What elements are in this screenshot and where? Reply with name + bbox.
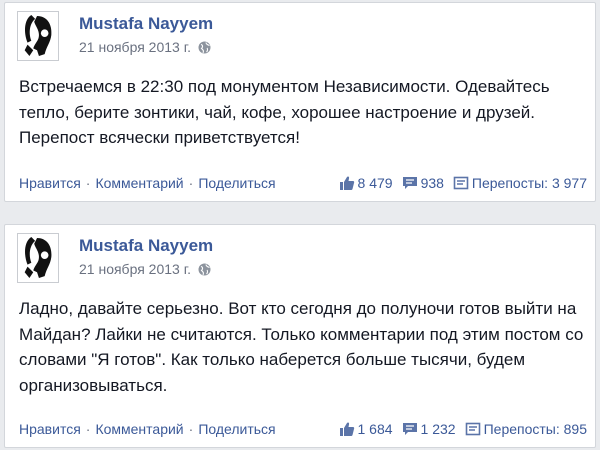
- likes-count-value: 8 479: [357, 175, 393, 191]
- post-date[interactable]: 21 ноября 2013 г.: [79, 261, 191, 277]
- post-card: Mustafa Nayyem 21 ноября 2013 г. Встреча…: [4, 2, 596, 202]
- profile-avatar-icon[interactable]: [17, 233, 59, 283]
- post-meta: 21 ноября 2013 г.: [79, 261, 211, 277]
- post-counts: 8 479 938 Перепосты: 3 977: [339, 175, 587, 191]
- post-meta: 21 ноября 2013 г.: [79, 39, 211, 55]
- shares-count-value: Перепосты: 895: [483, 421, 587, 437]
- like-link[interactable]: Нравится: [19, 175, 81, 191]
- separator: ·: [85, 421, 91, 437]
- post-text: Встречаемся в 22:30 под монументом Незав…: [19, 77, 550, 147]
- share-link[interactable]: Поделиться: [198, 175, 275, 191]
- comment-link[interactable]: Комментарий: [95, 175, 183, 191]
- like-link[interactable]: Нравится: [19, 421, 81, 437]
- comments-count-value: 938: [420, 175, 444, 191]
- post-actions-bar: Нравится · Комментарий · Поделиться 8 47…: [19, 173, 587, 193]
- post-text: Ладно, давайте серьезно. Вот кто сегодня…: [19, 299, 584, 395]
- comments-count[interactable]: 938: [402, 175, 444, 191]
- comment-bubble-icon: [402, 175, 418, 191]
- globe-icon[interactable]: [198, 263, 211, 276]
- shares-count[interactable]: Перепосты: 3 977: [453, 175, 587, 191]
- author-name[interactable]: Mustafa Nayyem: [79, 14, 213, 34]
- shares-count[interactable]: Перепосты: 895: [465, 421, 587, 437]
- separator: ·: [85, 175, 91, 191]
- comment-bubble-icon: [402, 421, 418, 437]
- globe-icon[interactable]: [198, 41, 211, 54]
- profile-avatar-icon[interactable]: [17, 11, 59, 61]
- shares-count-value: Перепосты: 3 977: [471, 175, 587, 191]
- comments-count[interactable]: 1 232: [402, 421, 456, 437]
- separator: ·: [188, 175, 194, 191]
- likes-count[interactable]: 8 479: [339, 175, 393, 191]
- post-actions: Нравится · Комментарий · Поделиться: [19, 421, 276, 437]
- share-icon: [453, 175, 469, 191]
- likes-count[interactable]: 1 684: [339, 421, 393, 437]
- post-counts: 1 684 1 232 Перепосты: 895: [339, 421, 587, 437]
- post-actions: Нравится · Комментарий · Поделиться: [19, 175, 276, 191]
- share-link[interactable]: Поделиться: [198, 421, 275, 437]
- comment-link[interactable]: Комментарий: [95, 421, 183, 437]
- share-icon: [465, 421, 481, 437]
- post-card: Mustafa Nayyem 21 ноября 2013 г. Ладно, …: [4, 224, 596, 448]
- thumbs-up-icon: [339, 421, 355, 437]
- separator: ·: [188, 421, 194, 437]
- comments-count-value: 1 232: [420, 421, 456, 437]
- author-name[interactable]: Mustafa Nayyem: [79, 236, 213, 256]
- thumbs-up-icon: [339, 175, 355, 191]
- post-actions-bar: Нравится · Комментарий · Поделиться 1 68…: [19, 419, 587, 439]
- post-date[interactable]: 21 ноября 2013 г.: [79, 39, 191, 55]
- likes-count-value: 1 684: [357, 421, 393, 437]
